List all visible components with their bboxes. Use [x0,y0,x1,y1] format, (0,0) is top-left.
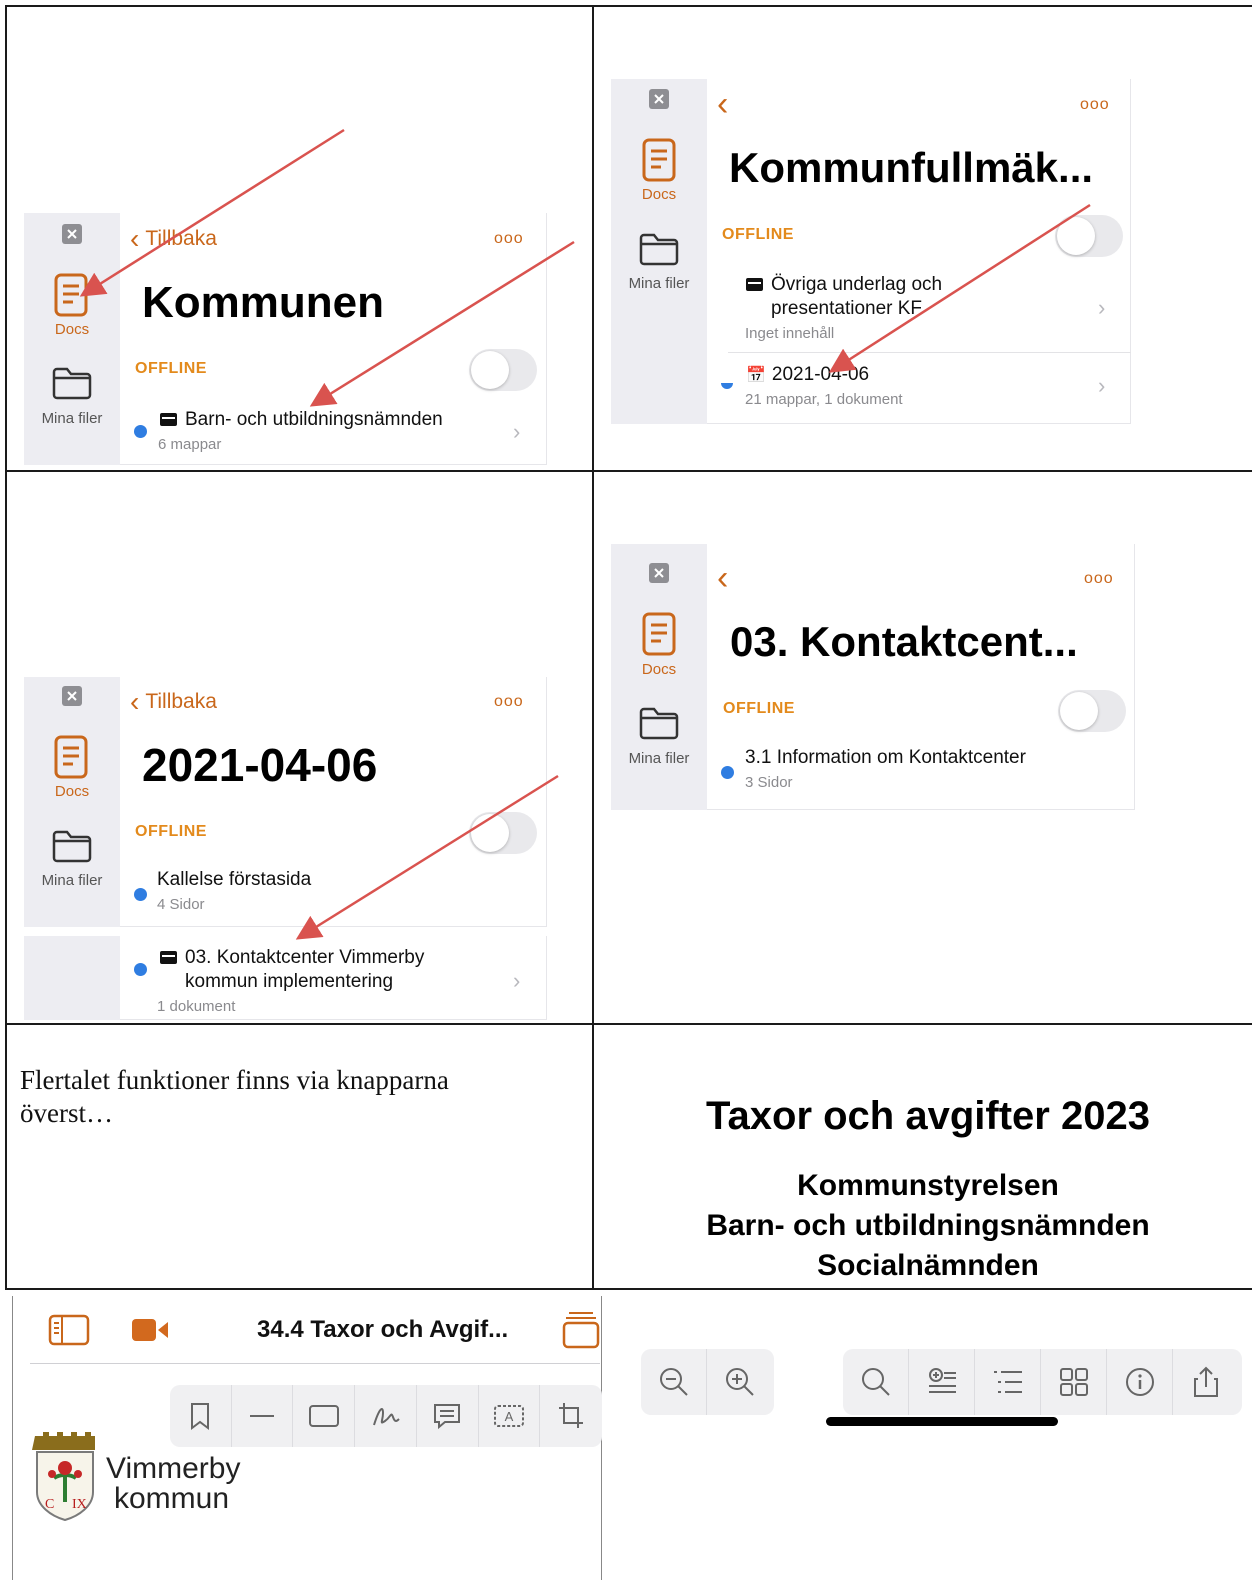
outline-button[interactable] [975,1349,1041,1415]
sidebar-toggle-icon[interactable] [48,1314,90,1346]
signature-tool-button[interactable] [355,1385,417,1447]
zoom-in-button[interactable] [707,1349,773,1415]
annotation-toolbar: A [170,1385,602,1447]
arrow-to-docs [79,128,345,297]
logo-text: Vimmerby kommun [106,1452,241,1515]
annotations-list-button[interactable] [909,1349,975,1415]
share-button[interactable] [1173,1349,1239,1415]
svg-text:IX: IX [72,1497,87,1512]
home-indicator[interactable] [826,1417,1058,1426]
thumbnails-button[interactable] [1041,1349,1107,1415]
slide-title: Taxor och avgifter 2023 [706,1094,1150,1138]
slide-line-1: Kommunstyrelsen [797,1169,1059,1202]
arrow-to-kontaktcenter-row [295,774,559,940]
arrow-to-date-row [828,203,1091,373]
video-icon[interactable] [132,1318,168,1342]
search-button[interactable] [843,1349,909,1415]
rectangle-tool-button[interactable] [293,1385,356,1447]
viewer-left-border [12,1296,13,1580]
document-title: 34.4 Taxor och Avgif... [257,1316,509,1343]
grid-h3 [5,1288,1252,1290]
document-toolbar [843,1349,1242,1415]
svg-text:A: A [505,1409,514,1424]
bookmark-button[interactable] [170,1385,232,1447]
instruction-text: Flertalet funktioner finns via knapparna… [20,1065,449,1128]
crop-tool-button[interactable] [540,1385,602,1447]
annotation-arrows [79,128,1091,940]
text-box-tool-button[interactable]: A [479,1385,541,1447]
slide-line-2: Barn- och utbildningsnämnden [706,1209,1150,1242]
arrow-to-row [309,240,575,407]
svg-text:C: C [45,1497,54,1512]
comment-tool-button[interactable] [417,1385,479,1447]
line-tool-button[interactable] [232,1385,294,1447]
header-divider [30,1363,600,1364]
municipality-logo: C IX [32,1430,98,1522]
info-button[interactable] [1107,1349,1173,1415]
slide-line-3: Socialnämnden [817,1249,1039,1282]
zoom-toolbar [641,1349,774,1415]
tabs-icon[interactable] [561,1310,601,1350]
zoom-out-button[interactable] [641,1349,707,1415]
